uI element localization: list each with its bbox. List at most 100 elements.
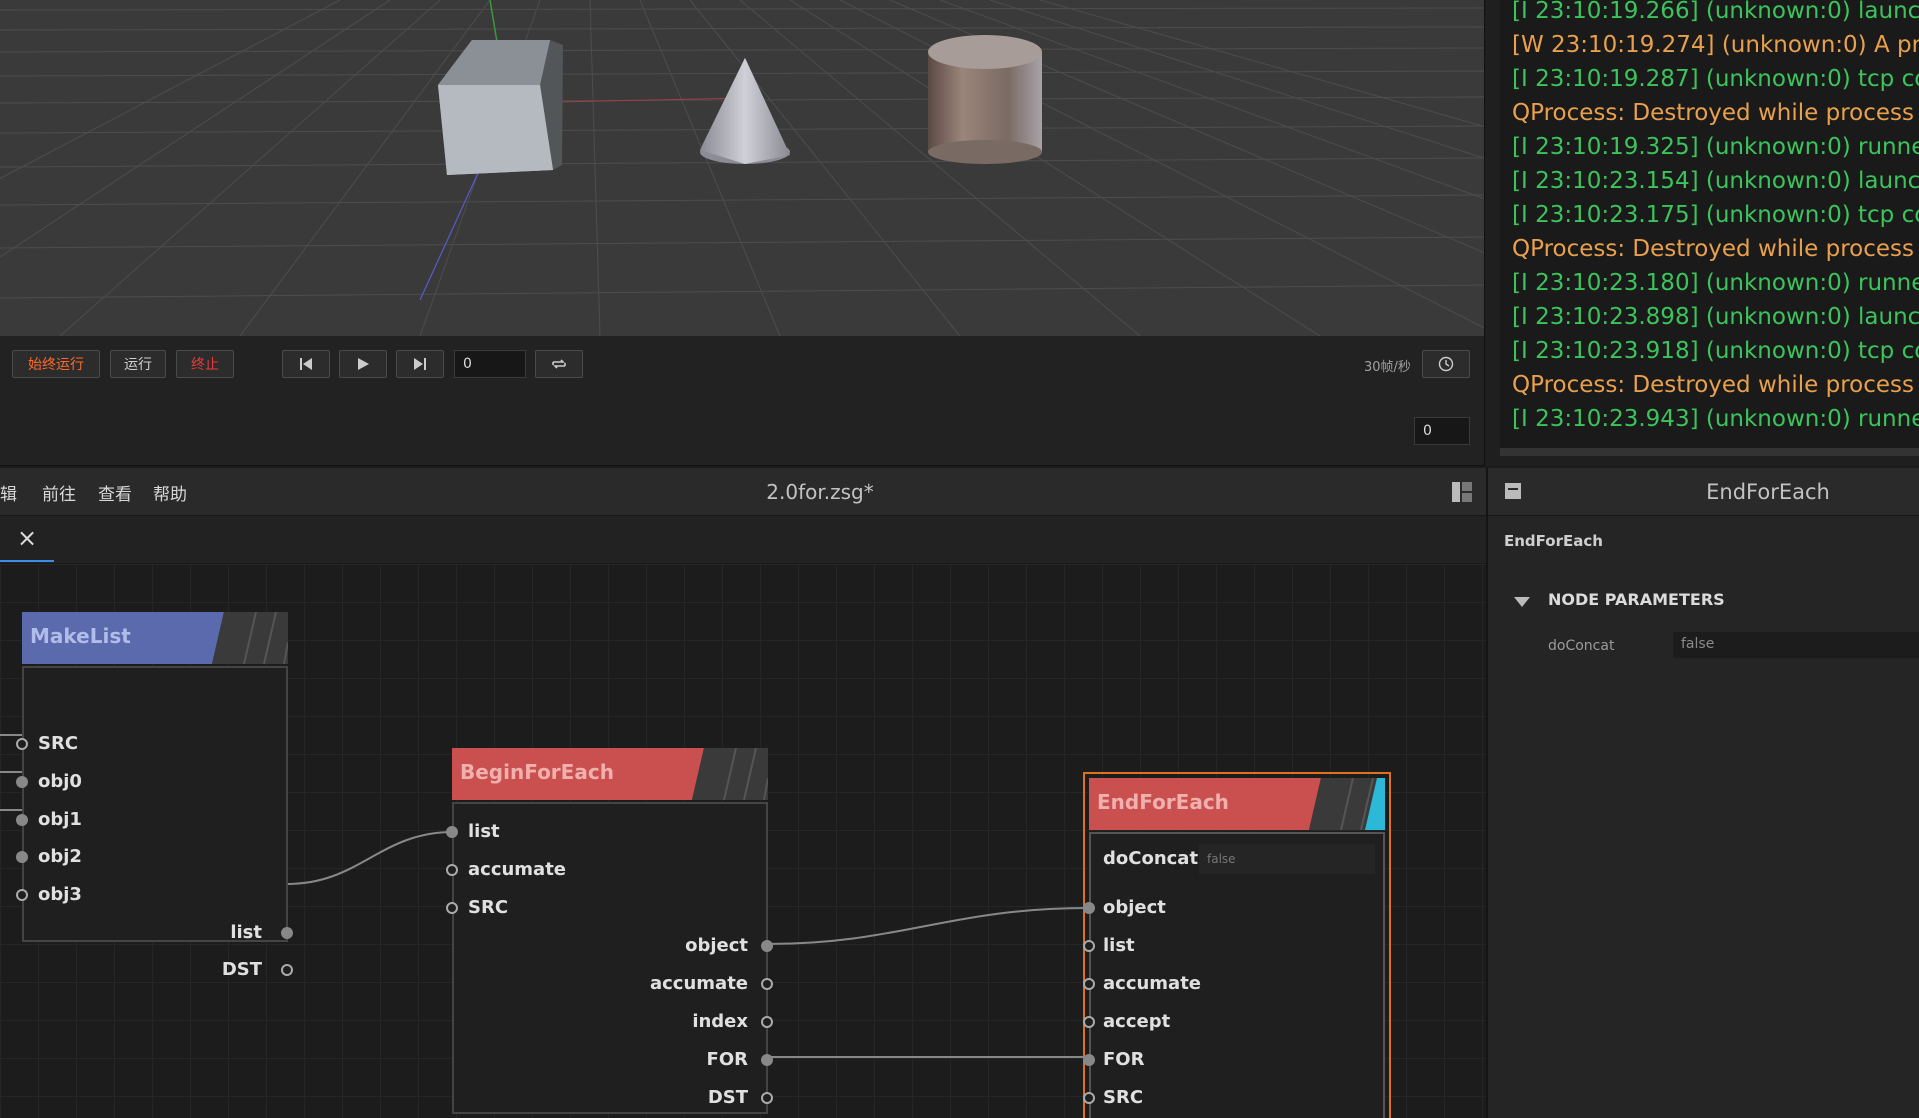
properties-title: EndForEach (1706, 480, 1830, 504)
socket-label: FOR (706, 1049, 748, 1070)
node-parameters-section[interactable]: NODE PARAMETERS (1548, 590, 1725, 609)
socket-label: object (1103, 897, 1166, 918)
clock-icon (1438, 356, 1454, 372)
collapse-triangle-icon[interactable] (1514, 594, 1530, 613)
layout-toggle-icon[interactable] (1450, 480, 1474, 508)
tab-close-button[interactable]: × (0, 516, 54, 562)
log-line: [I 23:10:19.266] (unknown:0) launchi (1512, 0, 1919, 24)
socket-label: DST (707, 1087, 748, 1108)
node-title: MakeList (30, 624, 131, 648)
log-line: [I 23:10:23.943] (unknown:0) runner p (1512, 406, 1919, 432)
socket-object-out[interactable] (761, 940, 773, 952)
log-line: [I 23:10:19.325] (unknown:0) runner p (1512, 134, 1919, 160)
node-header[interactable]: EndForEach (1089, 778, 1385, 830)
socket-src-in[interactable] (1083, 1092, 1095, 1104)
log-output: [I 23:10:19.266] (unknown:0) launchi [W … (1500, 0, 1919, 454)
param-label: doConcat (1548, 638, 1615, 654)
param-doconcat-input[interactable]: false (1673, 632, 1919, 658)
socket-label: list (1103, 935, 1135, 956)
3d-viewport[interactable] (0, 0, 1484, 336)
step-forward-icon (414, 358, 426, 370)
log-panel: [I 23:10:19.266] (unknown:0) launchi [W … (1484, 0, 1919, 466)
socket-label: accumate (468, 859, 567, 880)
socket-label: SRC (1103, 1087, 1144, 1108)
param-doconcat-field[interactable]: false (1199, 844, 1375, 874)
menu-help[interactable]: 帮助 (153, 480, 187, 505)
end-frame-input[interactable] (1414, 417, 1470, 445)
socket-accept-in[interactable] (1083, 1016, 1095, 1028)
socket-label: object (685, 935, 748, 956)
run-button[interactable]: 运行 (110, 350, 166, 378)
log-line: QProcess: Destroyed while process ("E (1512, 236, 1919, 262)
file-title: 2.0for.zsg* (766, 480, 874, 504)
node-header[interactable]: BeginForEach (452, 748, 768, 800)
cylinder-object (928, 35, 1042, 164)
socket-obj1[interactable] (16, 814, 28, 826)
node-header[interactable]: MakeList (22, 612, 288, 664)
socket-index-out[interactable] (761, 1016, 773, 1028)
socket-list-in[interactable] (1083, 940, 1095, 952)
socket-label: obj2 (38, 846, 82, 867)
menu-edit[interactable]: 辑 (0, 480, 17, 505)
menu-goto[interactable]: 前往 (42, 480, 76, 505)
socket-label: obj0 (38, 771, 82, 792)
socket-label: DST (221, 959, 262, 980)
socket-label: obj3 (38, 884, 82, 905)
param-label: doConcat (1103, 848, 1199, 869)
socket-accumate-out[interactable] (761, 978, 773, 990)
socket-src-in[interactable] (446, 902, 458, 914)
socket-accumate-in[interactable] (446, 864, 458, 876)
loop-icon (552, 359, 566, 369)
always-run-button[interactable]: 始终运行 (12, 350, 100, 378)
log-line: [I 23:10:19.287] (unknown:0) tcp con (1512, 66, 1919, 92)
socket-for-out[interactable] (761, 1054, 773, 1066)
properties-panel: EndForEach EndForEach NODE PARAMETERS do… (1486, 468, 1919, 1118)
socket-label: FOR (1103, 1049, 1145, 1070)
log-horizontal-scrollbar[interactable] (1500, 448, 1919, 456)
socket-object-in[interactable] (1083, 902, 1095, 914)
log-line: [I 23:10:23.154] (unknown:0) launchin (1512, 168, 1919, 194)
editor-tab-bar: × (0, 516, 1486, 564)
socket-label: obj1 (38, 809, 82, 830)
socket-accumate-in[interactable] (1083, 978, 1095, 990)
socket-list-out[interactable] (281, 927, 293, 939)
play-button[interactable] (339, 350, 387, 378)
log-line: [W 23:10:19.274] (unknown:0) A prog (1512, 32, 1919, 58)
fps-clock-button[interactable] (1422, 350, 1470, 378)
cube-object (438, 40, 563, 175)
properties-header: EndForEach (1488, 468, 1919, 516)
socket-label: SRC (38, 733, 79, 754)
step-forward-button[interactable] (396, 350, 444, 378)
play-icon (358, 358, 369, 370)
node-editor-header: 辑 前往 查看 帮助 2.0for.zsg* (0, 468, 1486, 516)
socket-obj3[interactable] (16, 889, 28, 901)
properties-node-name: EndForEach (1504, 532, 1603, 550)
node-title: EndForEach (1097, 790, 1229, 814)
link-object (766, 907, 1089, 945)
socket-for-in[interactable] (1083, 1054, 1095, 1066)
stop-button[interactable]: 终止 (176, 350, 234, 378)
socket-label: accept (1103, 1011, 1171, 1032)
socket-src[interactable] (16, 738, 28, 750)
viewport-scene (0, 0, 1484, 336)
loop-button[interactable] (535, 350, 583, 378)
node-graph-canvas[interactable]: MakeList SRC obj0 obj1 obj2 obj3 list DS… (0, 564, 1486, 1118)
socket-obj0[interactable] (16, 776, 28, 788)
current-frame-input[interactable] (454, 350, 526, 378)
step-backward-icon (300, 358, 312, 370)
socket-label: list (230, 922, 262, 943)
socket-dst-out[interactable] (281, 964, 293, 976)
socket-list-in[interactable] (446, 826, 458, 838)
menu-view[interactable]: 查看 (98, 480, 132, 505)
socket-label: SRC (468, 897, 509, 918)
step-backward-button[interactable] (282, 350, 330, 378)
socket-dst-out[interactable] (761, 1092, 773, 1104)
log-line: [I 23:10:23.918] (unknown:0) tcp con (1512, 338, 1919, 364)
socket-obj2[interactable] (16, 851, 28, 863)
log-line: [I 23:10:23.180] (unknown:0) runner p (1512, 270, 1919, 296)
fps-label: 30帧/秒 (1364, 360, 1411, 375)
socket-label: list (468, 821, 500, 842)
socket-label: accumate (649, 973, 748, 994)
log-line: QProcess: Destroyed while process ("E (1512, 372, 1919, 398)
link-list (286, 831, 454, 885)
